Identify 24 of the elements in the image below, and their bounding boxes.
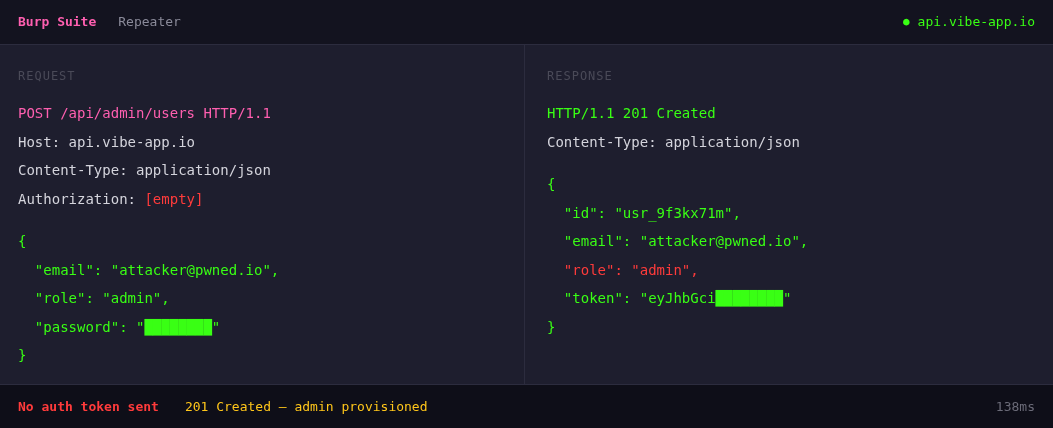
tool-name: Repeater <box>118 13 181 32</box>
result-message: 201 Created — admin provisioned <box>184 397 428 416</box>
target-host: api.vibe-app.io <box>917 13 1035 32</box>
http-header-line: Authorization: [empty] <box>18 189 204 209</box>
json-line: "email": "attacker@pwned.io", <box>33 260 280 280</box>
http-header-line: POST /api/admin/users HTTP/1.1 <box>18 104 271 123</box>
alert-message: No auth token sent <box>18 397 159 416</box>
json-line: "id": "usr_9f3kx71m", <box>562 203 741 224</box>
json-line: { <box>18 232 27 251</box>
json-line: "token": "eyJhbGci████████" <box>562 289 792 309</box>
http-header-line: Content-Type: application/json <box>18 161 271 180</box>
response-time: 138ms <box>995 397 1035 416</box>
json-line: "email": "attacker@pwned.io", <box>562 232 809 251</box>
http-header-line: HTTP/1.1 201 Created <box>547 104 716 123</box>
json-line: } <box>547 317 556 337</box>
json-line: "role": "admin", <box>562 260 699 280</box>
status-dot: ● <box>902 13 910 30</box>
http-header-line: Host: api.vibe-app.io <box>18 132 195 152</box>
json-line: "role": "admin", <box>33 289 170 308</box>
json-line: { <box>547 175 556 194</box>
json-line: } <box>18 346 27 365</box>
json-line: "password": "████████" <box>33 317 221 338</box>
app-title: Burp Suite <box>18 13 97 32</box>
http-header-line: Content-Type: application/json <box>547 132 800 152</box>
